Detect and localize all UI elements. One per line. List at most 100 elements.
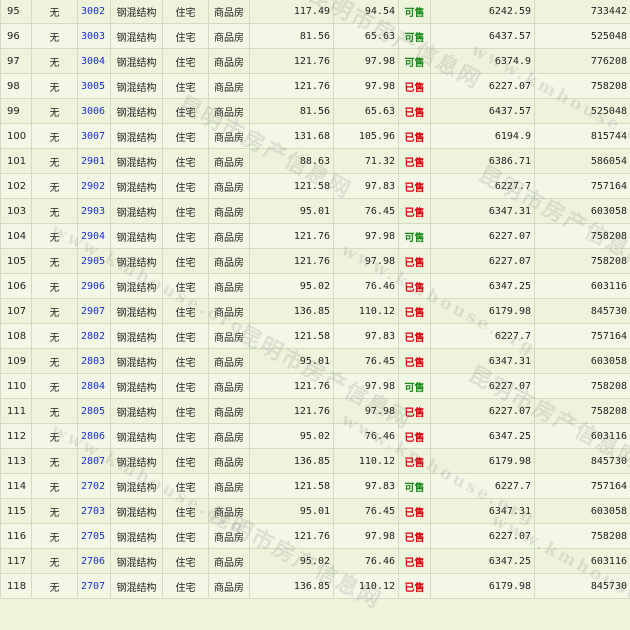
- total-price-cell: 603116: [535, 274, 630, 299]
- usage-cell: 住宅: [163, 199, 209, 224]
- no-mark-cell: 无: [32, 374, 78, 399]
- room-number-link[interactable]: 2806: [81, 431, 105, 442]
- total-price-cell: 845730: [535, 574, 630, 599]
- room-number-link[interactable]: 2904: [81, 231, 105, 242]
- unit-price-cell: 6242.59: [431, 0, 535, 24]
- unit-price-cell: 6437.57: [431, 24, 535, 49]
- total-price-cell: 845730: [535, 299, 630, 324]
- floor-area-cell: 121.76: [250, 224, 334, 249]
- room-cell: 2902: [78, 174, 111, 199]
- inner-area-cell: 110.12: [334, 299, 399, 324]
- no-mark-cell: 无: [32, 99, 78, 124]
- unit-price-cell: 6179.98: [431, 449, 535, 474]
- floor-area-cell: 81.56: [250, 24, 334, 49]
- structure-cell: 钢混结构: [111, 99, 163, 124]
- usage-cell: 住宅: [163, 449, 209, 474]
- room-cell: 2901: [78, 149, 111, 174]
- inner-area-cell: 110.12: [334, 449, 399, 474]
- inner-area-cell: 97.98: [334, 374, 399, 399]
- unit-price-cell: 6347.31: [431, 199, 535, 224]
- room-number-link[interactable]: 2707: [81, 581, 105, 592]
- room-number-link[interactable]: 2901: [81, 156, 105, 167]
- row-index: 101: [1, 149, 32, 174]
- total-price-cell: 758208: [535, 524, 630, 549]
- room-number-link[interactable]: 2903: [81, 206, 105, 217]
- room-number-link[interactable]: 2703: [81, 506, 105, 517]
- room-number-link[interactable]: 2802: [81, 331, 105, 342]
- table-row: 112无2806钢混结构住宅商品房95.0276.46已售6347.256031…: [1, 424, 630, 449]
- total-price-cell: 758208: [535, 224, 630, 249]
- property-type-cell: 商品房: [209, 374, 250, 399]
- room-cell: 3005: [78, 74, 111, 99]
- room-cell: 2804: [78, 374, 111, 399]
- property-type-cell: 商品房: [209, 299, 250, 324]
- unit-price-cell: 6227.07: [431, 524, 535, 549]
- total-price-cell: 845730: [535, 449, 630, 474]
- room-number-link[interactable]: 3005: [81, 81, 105, 92]
- usage-cell: 住宅: [163, 274, 209, 299]
- total-price-cell: 733442: [535, 0, 630, 24]
- no-mark-cell: 无: [32, 249, 78, 274]
- table-row: 100无3007钢混结构住宅商品房131.68105.96已售6194.9815…: [1, 124, 630, 149]
- inner-area-cell: 97.83: [334, 324, 399, 349]
- unit-price-cell: 6227.7: [431, 474, 535, 499]
- room-number-link[interactable]: 3007: [81, 131, 105, 142]
- property-type-cell: 商品房: [209, 99, 250, 124]
- unit-price-cell: 6227.07: [431, 224, 535, 249]
- property-type-cell: 商品房: [209, 199, 250, 224]
- sale-status-badge: 可售: [399, 0, 431, 24]
- no-mark-cell: 无: [32, 424, 78, 449]
- usage-cell: 住宅: [163, 249, 209, 274]
- room-number-link[interactable]: 2803: [81, 356, 105, 367]
- inner-area-cell: 76.46: [334, 424, 399, 449]
- room-cell: 2803: [78, 349, 111, 374]
- table-row: 98无3005钢混结构住宅商品房121.7697.98已售6227.077582…: [1, 74, 630, 99]
- sale-status-badge: 已售: [399, 574, 431, 599]
- total-price-cell: 525048: [535, 99, 630, 124]
- usage-cell: 住宅: [163, 49, 209, 74]
- room-number-link[interactable]: 2805: [81, 406, 105, 417]
- usage-cell: 住宅: [163, 324, 209, 349]
- room-number-link[interactable]: 2902: [81, 181, 105, 192]
- floor-area-cell: 121.76: [250, 74, 334, 99]
- inner-area-cell: 76.46: [334, 549, 399, 574]
- table-row: 102无2902钢混结构住宅商品房121.5897.83已售6227.77571…: [1, 174, 630, 199]
- floor-area-cell: 88.63: [250, 149, 334, 174]
- room-number-link[interactable]: 2905: [81, 256, 105, 267]
- room-number-link[interactable]: 2804: [81, 381, 105, 392]
- room-number-link[interactable]: 3004: [81, 56, 105, 67]
- no-mark-cell: 无: [32, 499, 78, 524]
- room-number-link[interactable]: 3006: [81, 106, 105, 117]
- row-index: 111: [1, 399, 32, 424]
- property-type-cell: 商品房: [209, 149, 250, 174]
- room-number-link[interactable]: 2702: [81, 481, 105, 492]
- table-row: 116无2705钢混结构住宅商品房121.7697.98已售6227.07758…: [1, 524, 630, 549]
- sale-status-badge: 可售: [399, 374, 431, 399]
- room-number-link[interactable]: 2705: [81, 531, 105, 542]
- room-number-link[interactable]: 2907: [81, 306, 105, 317]
- room-number-link[interactable]: 2706: [81, 556, 105, 567]
- room-cell: 2905: [78, 249, 111, 274]
- property-type-cell: 商品房: [209, 349, 250, 374]
- sale-status-badge: 已售: [399, 549, 431, 574]
- structure-cell: 钢混结构: [111, 299, 163, 324]
- unit-price-cell: 6347.25: [431, 549, 535, 574]
- no-mark-cell: 无: [32, 124, 78, 149]
- room-number-link[interactable]: 2906: [81, 281, 105, 292]
- room-number-link[interactable]: 3002: [81, 6, 105, 17]
- floor-area-cell: 95.02: [250, 274, 334, 299]
- sale-status-badge: 已售: [399, 449, 431, 474]
- row-index: 104: [1, 224, 32, 249]
- row-index: 109: [1, 349, 32, 374]
- structure-cell: 钢混结构: [111, 24, 163, 49]
- table-row: 111无2805钢混结构住宅商品房121.7697.98已售6227.07758…: [1, 399, 630, 424]
- property-type-cell: 商品房: [209, 174, 250, 199]
- sale-status-badge: 已售: [399, 199, 431, 224]
- room-number-link[interactable]: 3003: [81, 31, 105, 42]
- row-index: 118: [1, 574, 32, 599]
- total-price-cell: 758208: [535, 374, 630, 399]
- inner-area-cell: 97.98: [334, 399, 399, 424]
- room-cell: 3004: [78, 49, 111, 74]
- room-number-link[interactable]: 2807: [81, 456, 105, 467]
- no-mark-cell: 无: [32, 474, 78, 499]
